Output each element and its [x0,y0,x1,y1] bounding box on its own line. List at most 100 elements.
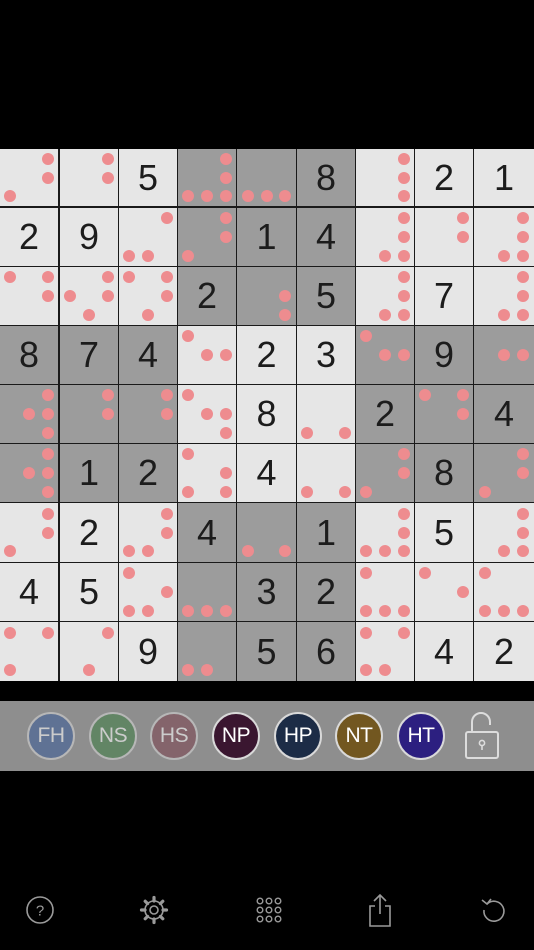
cell-r3c3[interactable] [119,267,177,325]
cell-r7c4[interactable]: 4 [178,503,236,562]
cell-r6c3[interactable]: 2 [119,444,177,502]
cell-r3c4[interactable]: 2 [178,267,236,325]
cell-r6c8[interactable]: 8 [415,444,473,502]
cell-r8c6[interactable]: 2 [297,563,355,621]
cell-r2c3[interactable] [119,208,177,266]
candidate-dot-6 [219,349,232,361]
cell-r5c8[interactable] [415,385,473,443]
cell-r3c7[interactable] [356,267,414,325]
cell-r2c2[interactable]: 9 [60,208,118,266]
cell-r1c9[interactable]: 1 [474,149,534,206]
cell-r1c5[interactable] [237,149,296,206]
cell-r4c5[interactable]: 2 [237,326,296,384]
cell-r6c7[interactable] [356,444,414,502]
cell-r3c8[interactable]: 7 [415,267,473,325]
cell-r9c4[interactable] [178,622,236,681]
cell-r9c8[interactable]: 4 [415,622,473,681]
candidates-grid-icon[interactable] [249,890,289,930]
cell-r4c9[interactable] [474,326,534,384]
svg-text:?: ? [36,903,44,920]
cell-r8c9[interactable] [474,563,534,621]
cell-r7c2[interactable]: 2 [60,503,118,562]
cell-r6c1[interactable] [0,444,58,502]
cell-r5c5[interactable]: 8 [237,385,296,443]
cell-r7c1[interactable] [0,503,58,562]
cell-r4c7[interactable] [356,326,414,384]
cell-r1c8[interactable]: 2 [415,149,473,206]
cell-r6c6[interactable] [297,444,355,502]
technique-button-ht[interactable]: HT [397,712,445,760]
cell-r3c5[interactable] [237,267,296,325]
cell-r4c4[interactable] [178,326,236,384]
cell-r5c3[interactable] [119,385,177,443]
cell-r1c1[interactable] [0,149,58,206]
cell-r2c7[interactable] [356,208,414,266]
cell-r7c6[interactable]: 1 [297,503,355,562]
cell-r9c5[interactable]: 5 [237,622,296,681]
technique-button-hp[interactable]: HP [274,712,322,760]
cell-r3c2[interactable] [60,267,118,325]
cell-r8c5[interactable]: 3 [237,563,296,621]
cell-r2c8[interactable] [415,208,473,266]
settings-gear-icon[interactable] [134,890,174,930]
cell-r5c4[interactable] [178,385,236,443]
cell-r8c3[interactable] [119,563,177,621]
cell-r4c3[interactable]: 4 [119,326,177,384]
cell-r6c4[interactable] [178,444,236,502]
technique-button-nt[interactable]: NT [335,712,383,760]
cell-r7c9[interactable] [474,503,534,562]
cell-r8c7[interactable] [356,563,414,621]
cell-r7c7[interactable] [356,503,414,562]
cell-r6c2[interactable]: 1 [60,444,118,502]
cell-r1c6[interactable]: 8 [297,149,355,206]
cell-r3c6[interactable]: 5 [297,267,355,325]
cell-r9c1[interactable] [0,622,58,681]
cell-r5c6[interactable] [297,385,355,443]
technique-button-np[interactable]: NP [212,712,260,760]
cell-r5c7[interactable]: 2 [356,385,414,443]
cell-r9c7[interactable] [356,622,414,681]
cell-r6c5[interactable]: 4 [237,444,296,502]
cell-value: 2 [433,156,455,198]
cell-r8c4[interactable] [178,563,236,621]
cell-r7c3[interactable] [119,503,177,562]
cell-r1c2[interactable] [60,149,118,206]
cell-r5c1[interactable] [0,385,58,443]
cell-r3c1[interactable] [0,267,58,325]
cell-r9c3[interactable]: 9 [119,622,177,681]
cell-r2c5[interactable]: 1 [237,208,296,266]
share-icon[interactable] [360,890,400,930]
candidate-dot-3 [517,212,530,225]
cell-r4c2[interactable]: 7 [60,326,118,384]
cell-r5c2[interactable] [60,385,118,443]
cell-r9c6[interactable]: 6 [297,622,355,681]
cell-r4c8[interactable]: 9 [415,326,473,384]
cell-r6c9[interactable] [474,444,534,502]
cell-r4c1[interactable]: 8 [0,326,58,384]
cell-r9c9[interactable]: 2 [474,622,534,681]
undo-icon[interactable] [474,890,514,930]
cell-r2c4[interactable] [178,208,236,266]
cell-r1c7[interactable] [356,149,414,206]
cell-r2c9[interactable] [474,208,534,266]
cell-r2c6[interactable]: 4 [297,208,355,266]
cell-r1c3[interactable]: 5 [119,149,177,206]
cell-r5c9[interactable]: 4 [474,385,534,443]
cell-r2c1[interactable]: 2 [0,208,58,266]
technique-button-fh[interactable]: FH [27,712,75,760]
cell-r1c4[interactable] [178,149,236,206]
help-icon[interactable]: ? [20,890,60,930]
cell-r8c8[interactable] [415,563,473,621]
cell-r7c5[interactable] [237,503,296,562]
cell-r3c9[interactable] [474,267,534,325]
cell-r8c2[interactable]: 5 [60,563,118,621]
cell-r7c8[interactable]: 5 [415,503,473,562]
candidate-dot-3 [517,448,530,461]
technique-button-hs[interactable]: HS [150,712,198,760]
cell-r8c1[interactable]: 4 [0,563,58,621]
cell-r4c6[interactable]: 3 [297,326,355,384]
lock-open-icon[interactable] [462,710,502,760]
technique-button-ns[interactable]: NS [89,712,137,760]
cell-value: 2 [493,630,515,672]
cell-r9c2[interactable] [60,622,118,681]
